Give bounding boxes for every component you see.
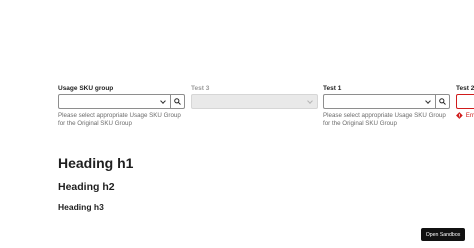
test2-error-text: Err: [465, 112, 474, 119]
open-sandbox-button[interactable]: Open Sandbox: [421, 228, 465, 241]
search-icon: [174, 98, 181, 105]
test2-control: [456, 94, 474, 109]
test1-help-text: Please select appropriate Usage SKU Grou…: [323, 112, 446, 127]
chevron-down-icon: [160, 98, 166, 104]
heading-h1: Heading h1: [58, 155, 134, 171]
test2-label: Test 2: [456, 85, 474, 92]
test2-select[interactable]: [456, 94, 474, 109]
test3-field: Test 3: [191, 84, 318, 109]
test1-field: Test 1 Please select appropriate Usage S…: [323, 84, 450, 128]
test2-error: Err: [456, 112, 474, 119]
usage-sku-group-select[interactable]: [58, 94, 171, 109]
chevron-down-icon: [307, 98, 313, 104]
heading-h3: Heading h3: [58, 202, 104, 212]
test1-search-button[interactable]: [436, 94, 450, 109]
usage-sku-group-control: [58, 94, 185, 109]
test1-control: [323, 94, 450, 109]
test2-field: Test 2 Err: [456, 84, 474, 119]
heading-h2: Heading h2: [58, 181, 115, 193]
usage-sku-group-label: Usage SKU group: [58, 85, 114, 92]
search-icon: [439, 98, 446, 105]
usage-sku-group-help-text: Please select appropriate Usage SKU Grou…: [58, 112, 181, 127]
usage-sku-group-search-button[interactable]: [171, 94, 185, 109]
chevron-down-icon: [425, 98, 431, 104]
test3-control: [191, 94, 318, 109]
error-diamond-icon: [456, 112, 463, 119]
test1-label: Test 1: [323, 85, 342, 92]
usage-sku-group-field: Usage SKU group Please select appropriat…: [58, 84, 185, 128]
test1-select[interactable]: [323, 94, 436, 109]
test3-select: [191, 94, 318, 109]
test3-label: Test 3: [191, 85, 210, 92]
